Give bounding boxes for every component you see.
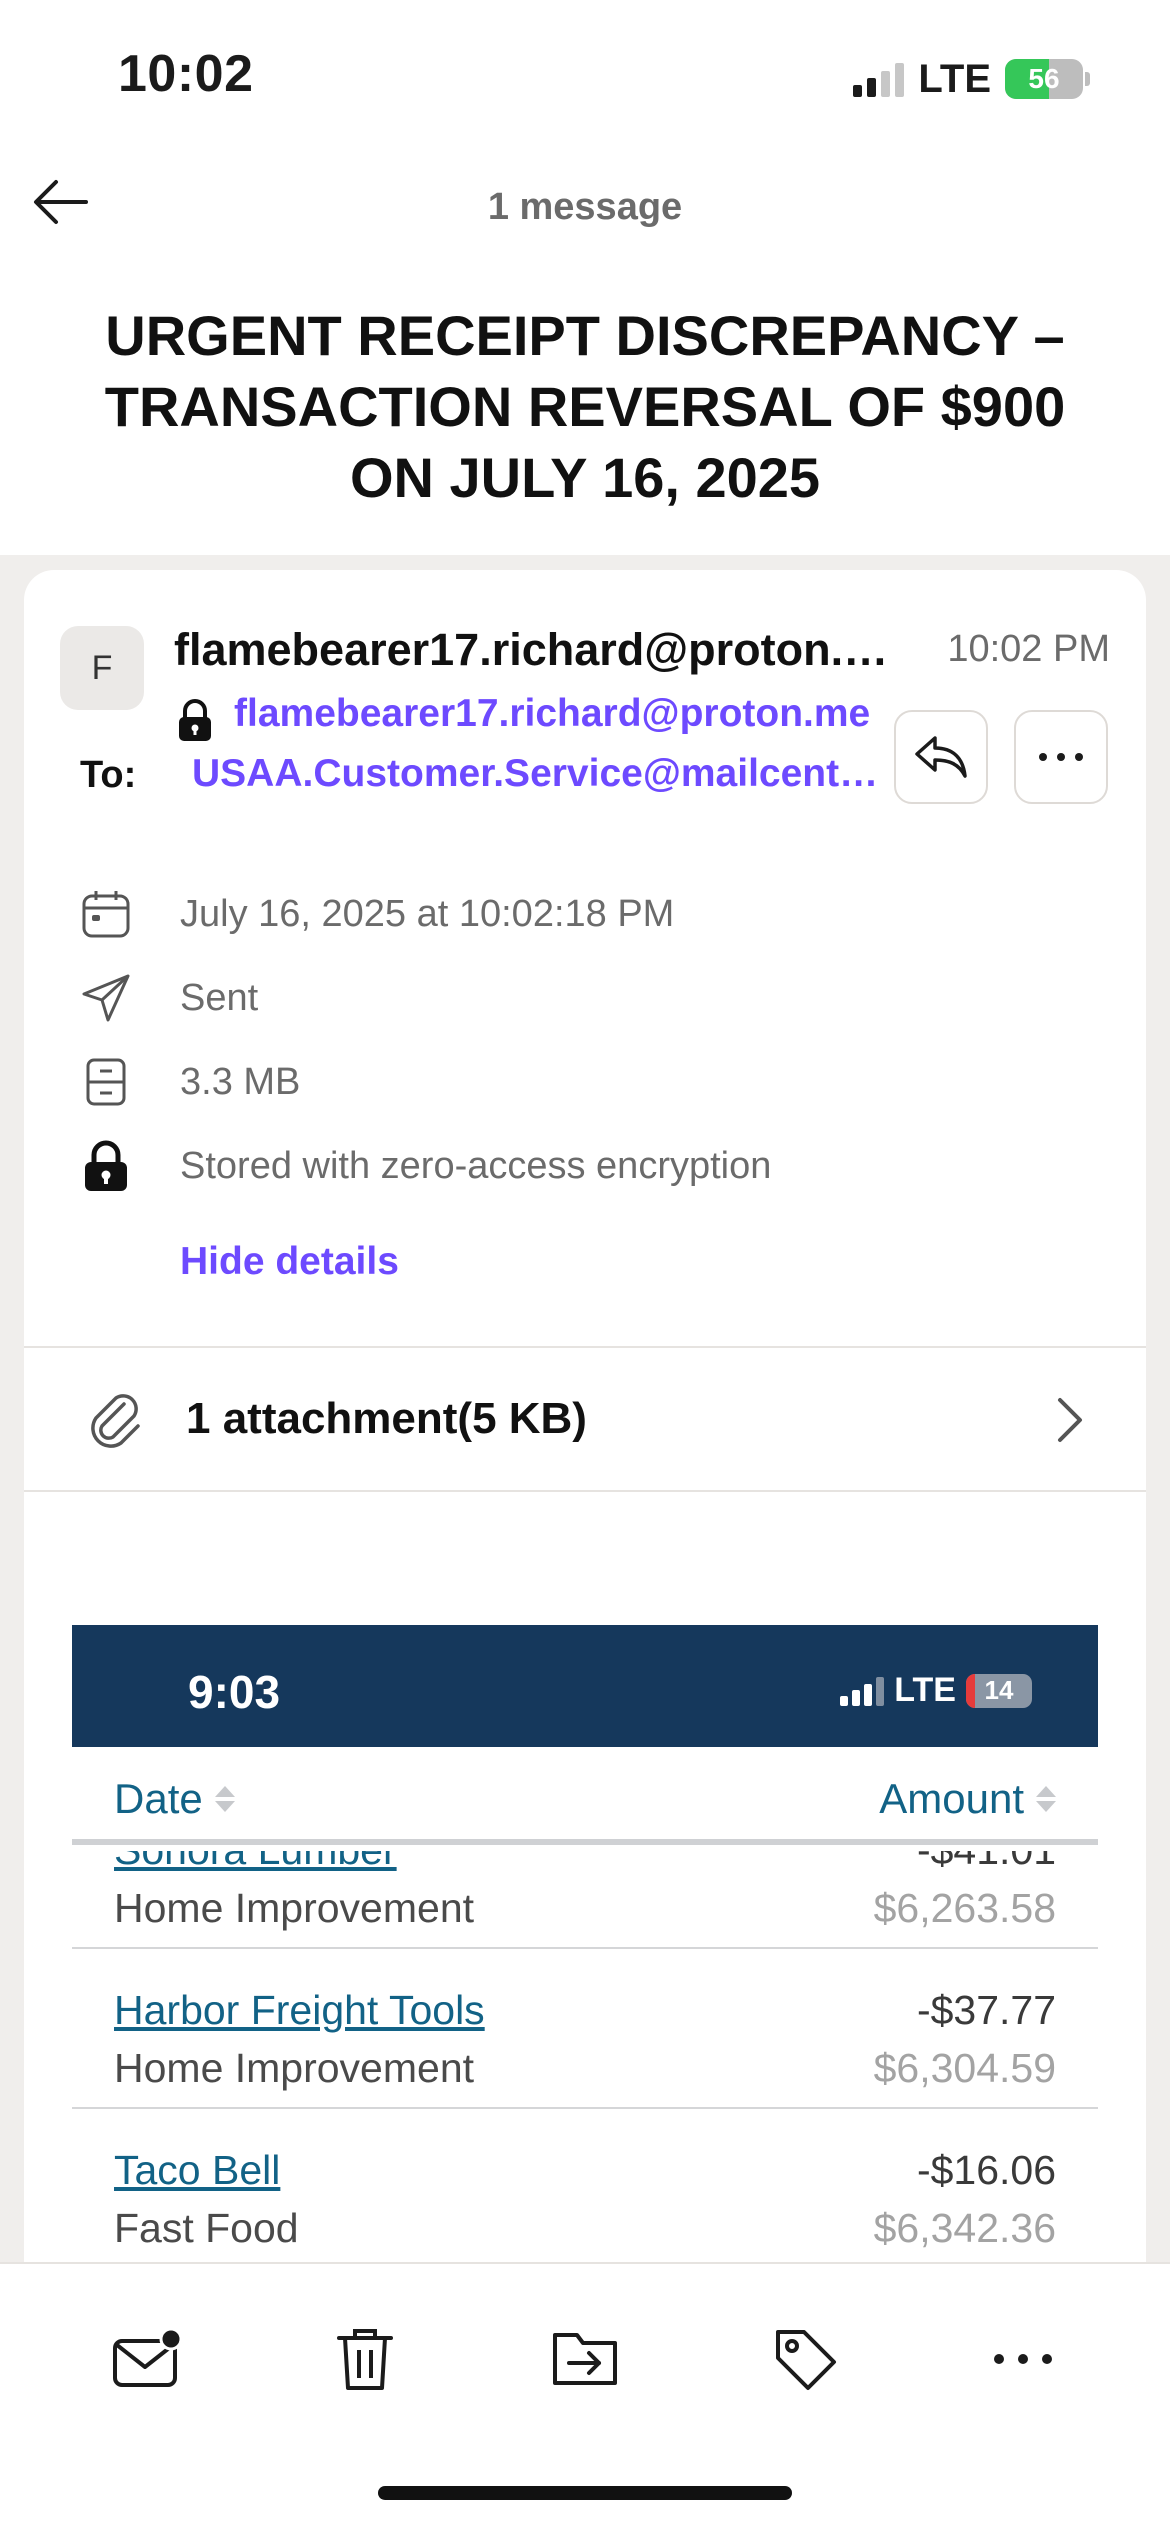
sort-icon (1036, 1786, 1056, 1812)
amount-column-label: Amount (879, 1775, 1024, 1822)
embedded-status-indicators: LTE 14 (840, 1671, 1032, 1710)
message-card: F flamebearer17.richard@proton.me 10:02 … (24, 570, 1146, 2270)
lock-icon (78, 1138, 134, 1194)
calendar-icon (78, 886, 134, 942)
cellular-signal-icon (840, 1676, 885, 1706)
status-bar: 10:02 LTE 56 (0, 0, 1170, 150)
embedded-date-column: Date (114, 1775, 235, 1823)
transaction-amount: -$37.77 (916, 1987, 1056, 2033)
label-button[interactable] (760, 2314, 850, 2404)
sort-icon (214, 1786, 235, 1812)
transaction-row: Harbor Freight Tools Home Improvement -$… (72, 1949, 1098, 2109)
more-options-icon (994, 2354, 1052, 2364)
home-indicator[interactable] (378, 2486, 792, 2500)
transaction-merchant: Harbor Freight Tools (114, 1987, 485, 2033)
to-label: To: (80, 754, 137, 796)
transaction-amount: -$16.06 (916, 2147, 1056, 2193)
detail-folder: Sent (180, 976, 259, 1019)
transaction-balance: $6,342.36 (873, 2205, 1056, 2251)
transaction-category: Fast Food (114, 2205, 299, 2251)
detail-size: 3.3 MB (180, 1060, 301, 1103)
battery-icon: 14 (966, 1673, 1032, 1708)
network-type: LTE (918, 56, 991, 101)
paperclip-icon (84, 1388, 148, 1452)
storage-icon (78, 1054, 134, 1110)
embedded-status-bar: 9:03 LTE 14 (72, 1625, 1098, 1747)
move-to-folder-icon (553, 2333, 617, 2385)
embedded-time: 9:03 (188, 1666, 281, 1718)
status-indicators: LTE 56 (853, 54, 1090, 104)
email-subject: URGENT RECEIPT DISCREPANCY – TRANSACTION… (104, 304, 1066, 509)
transaction-row: Taco Bell Fast Food -$16.06 $6,342.36 (72, 2109, 1098, 2269)
transaction-amount: -$41.01 (917, 1851, 1056, 1874)
sender-name[interactable]: flamebearer17.richard@proton.me (174, 624, 904, 676)
detail-folder-row: Sent (24, 966, 1146, 1030)
sent-time: 10:02 PM (947, 628, 1110, 670)
label-tag-icon (776, 2330, 836, 2390)
move-button[interactable] (540, 2314, 630, 2404)
cellular-signal-icon (853, 61, 905, 97)
message-count: 1 message (487, 186, 683, 228)
divider (24, 1490, 1146, 1492)
transaction-category: Home Improvement (114, 2045, 475, 2091)
transaction-merchant: Sonora Lumber (114, 1851, 397, 1874)
detail-date-row: July 16, 2025 at 10:02:18 PM (24, 882, 1146, 946)
reply-icon (915, 736, 967, 778)
embedded-amount-column: Amount (879, 1775, 1056, 1823)
battery-percent: 56 (1028, 63, 1060, 94)
more-actions-button[interactable] (978, 2314, 1068, 2404)
delete-button[interactable] (320, 2314, 410, 2404)
transaction-balance: $6,304.59 (873, 2045, 1056, 2091)
embedded-transactions-list: Sonora Lumber Home Improvement -$41.01 $… (72, 1851, 1098, 2270)
transaction-row: Sonora Lumber Home Improvement -$41.01 $… (72, 1851, 1098, 1949)
paper-plane-icon (78, 970, 134, 1026)
attachments-row[interactable]: 1 attachment(5 KB) (24, 1348, 1146, 1488)
mark-unread-button[interactable] (102, 2314, 192, 2404)
embedded-network: LTE (894, 1671, 956, 1709)
chevron-right-icon (1050, 1394, 1090, 1446)
lock-icon (176, 698, 214, 742)
sender-address[interactable]: flamebearer17.richard@proton.me (234, 692, 870, 736)
ellipsis-icon (1039, 753, 1083, 761)
transaction-merchant: Taco Bell (114, 2147, 281, 2193)
date-column-label: Date (114, 1775, 203, 1822)
attachments-label: 1 attachment(5 KB) (186, 1394, 587, 1443)
detail-encryption-row: Stored with zero-access encryption (24, 1134, 1146, 1198)
detail-encryption: Stored with zero-access encryption (180, 1144, 772, 1187)
message-more-button[interactable] (1014, 710, 1108, 804)
detail-date: July 16, 2025 at 10:02:18 PM (180, 892, 675, 935)
transaction-category: Home Improvement (114, 1885, 475, 1931)
hide-details-link[interactable]: Hide details (180, 1240, 399, 1284)
trash-icon (337, 2329, 393, 2390)
embedded-transaction-screenshot: 9:03 LTE 14 Date Amount Home Improvement… (72, 1625, 1098, 2270)
recipient-address[interactable]: USAA.Customer.Service@mailcenter.usaa.co… (192, 752, 892, 796)
mark-unread-icon (113, 2327, 183, 2387)
embedded-battery-percent: 14 (984, 1675, 1014, 1705)
transaction-balance: $6,263.58 (873, 1885, 1056, 1931)
detail-size-row: 3.3 MB (24, 1050, 1146, 1114)
reply-button[interactable] (894, 710, 988, 804)
status-time: 10:02 (118, 45, 254, 103)
battery-icon: 56 (1005, 59, 1083, 99)
embedded-table-header: Date Amount (72, 1747, 1098, 1845)
sender-avatar[interactable]: F (60, 626, 144, 710)
